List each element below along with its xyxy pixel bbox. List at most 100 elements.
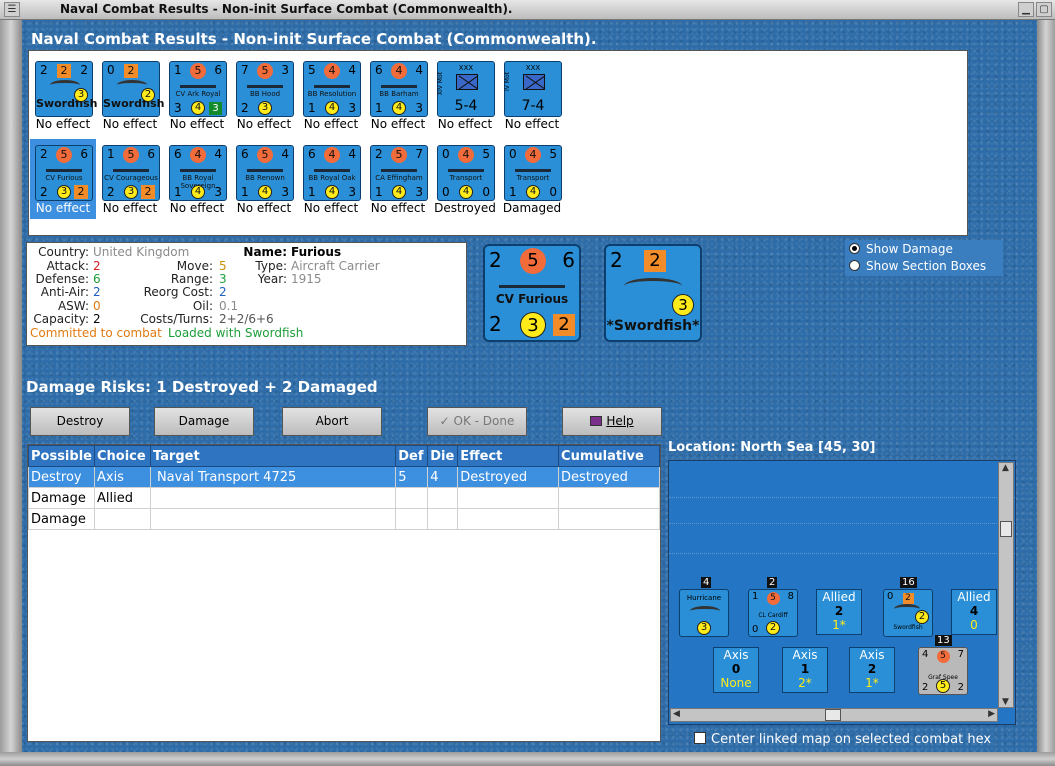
ok-done-button[interactable]: ✓ OK - Done: [427, 407, 527, 436]
unit-counter[interactable]: 1 6 5 CV Ark Royal 3 3 4: [169, 61, 227, 117]
big-ship-name: CV Furious: [495, 292, 569, 306]
table-cell[interactable]: [427, 508, 459, 530]
vertical-scroll-thumb[interactable]: [1000, 521, 1012, 537]
ship-icon: [515, 166, 551, 172]
unit-counter[interactable]: 2 7 5 CA Effingham 1 3 4: [370, 145, 428, 201]
table-cell[interactable]: [558, 508, 660, 530]
table-cell[interactable]: Naval Transport 4725: [149, 466, 397, 488]
scroll-up-icon[interactable]: ▲: [1002, 463, 1009, 473]
counter-move: 4: [459, 185, 473, 199]
unit-counter[interactable]: 0 2 Swordfish 2: [102, 61, 164, 117]
table-cell[interactable]: Allied: [93, 487, 151, 509]
counter-range: 5: [123, 147, 139, 163]
column-header[interactable]: Die: [427, 445, 459, 467]
table-cell[interactable]: [149, 487, 397, 509]
unit-cell[interactable]: 0 2 Swordfish 2 No effect: [97, 55, 164, 135]
unit-counter[interactable]: 0 5 4 Transport 0 0 4: [437, 145, 495, 201]
unit-cell[interactable]: 6 4 5 BB Renown 1 3 4 No effect: [231, 139, 297, 219]
unit-counter[interactable]: XXX XIV Mot 5-4: [437, 61, 495, 117]
unit-cell[interactable]: XXX IV Mot 7-4 No effect: [499, 55, 565, 135]
unit-cell[interactable]: 2 7 5 CA Effingham 1 3 4 No effect: [365, 139, 431, 219]
map-counter-hurricane[interactable]: Hurricane 3: [679, 589, 729, 637]
unit-counter[interactable]: 0 5 4 Transport 1 0 4: [504, 145, 562, 201]
damage-button[interactable]: Damage: [154, 407, 254, 436]
table-cell[interactable]: Destroy: [28, 466, 95, 488]
column-header[interactable]: Possible: [28, 445, 95, 467]
unit-counter[interactable]: 2 2 2 Swordfish 3: [35, 61, 97, 117]
center-map-option[interactable]: Center linked map on selected combat hex: [694, 732, 991, 747]
map-counter-graf-spee[interactable]: 4 5 7 Graf Spee 2 5 2: [918, 647, 968, 695]
show-damage-radio[interactable]: [849, 243, 860, 254]
column-header[interactable]: Def: [395, 445, 429, 467]
map-vertical-scrollbar[interactable]: ▲ ▼: [998, 462, 1014, 708]
abort-button[interactable]: Abort: [282, 407, 382, 436]
unit-cell[interactable]: 0 5 4 Transport 1 0 4 Damaged: [499, 139, 565, 219]
unit-cell[interactable]: 6 4 4 BB Royal Oak 1 3 4 No effect: [298, 139, 364, 219]
center-map-checkbox[interactable]: [694, 732, 706, 744]
unit-counter[interactable]: 6 4 4 BB Royal Oak 1 3 4: [303, 145, 361, 201]
help-button[interactable]: Help: [562, 407, 662, 436]
scroll-right-icon[interactable]: ▶: [988, 709, 995, 719]
table-row[interactable]: Damage: [28, 508, 660, 530]
table-cell[interactable]: Destroyed: [558, 466, 660, 488]
table-cell[interactable]: [395, 508, 429, 530]
unit-counter[interactable]: 2 6 5 CV Furious 2 2 3: [35, 145, 93, 201]
column-header[interactable]: Target: [149, 445, 397, 467]
ship-icon: [113, 166, 149, 172]
table-cell[interactable]: [558, 487, 660, 509]
unit-cell[interactable]: 1 6 5 CV Courageous 2 2 3 No effect: [97, 139, 163, 219]
unit-cell[interactable]: 1 6 5 CV Ark Royal 3 3 4 No effect: [164, 55, 230, 135]
map-counter-cardiff[interactable]: 1 5 8 CL Cardiff 0 2: [748, 589, 798, 637]
table-row[interactable]: Destroy Axis Naval Transport 4725 5 4 Destroy…: [28, 466, 660, 488]
show-sections-radio[interactable]: [849, 260, 860, 271]
column-header[interactable]: Choice: [93, 445, 151, 467]
map-horizontal-scrollbar[interactable]: ◀ ▶: [670, 708, 998, 722]
horizontal-scroll-thumb[interactable]: [825, 709, 841, 721]
counter-mid-badge: 5: [36, 146, 92, 163]
unit-cell[interactable]: 7 3 5 BB Hood 2 3 No effect: [231, 55, 297, 135]
table-cell[interactable]: Damage: [28, 487, 95, 509]
unit-cell[interactable]: 2 6 5 CV Furious 2 2 3 No effect: [30, 139, 96, 219]
unit-cell[interactable]: 0 5 4 Transport 0 0 4 Destroyed: [432, 139, 498, 219]
unit-counter[interactable]: 6 4 4 BB Barham 1 3 4: [370, 61, 428, 117]
table-cell[interactable]: 4: [427, 466, 459, 488]
table-cell[interactable]: [149, 508, 397, 530]
table-cell[interactable]: 5: [395, 466, 429, 488]
scroll-left-icon[interactable]: ◀: [673, 709, 680, 719]
counter-range: 4: [458, 147, 474, 163]
show-sections-option[interactable]: Show Section Boxes: [849, 259, 986, 273]
unit-cell[interactable]: 6 4 4 BB Barham 1 3 4 No effect: [365, 55, 431, 135]
unit-cell[interactable]: 5 4 4 BB Resolution 1 3 4 No effect: [298, 55, 364, 135]
table-cell[interactable]: Damage: [28, 508, 95, 530]
summary-value: 0: [731, 662, 741, 676]
destroy-button[interactable]: Destroy: [30, 407, 130, 436]
column-header[interactable]: Cumulative: [558, 445, 660, 467]
table-cell[interactable]: [427, 487, 459, 509]
column-header[interactable]: Effect: [457, 445, 560, 467]
counter-range-air: 2: [141, 88, 155, 102]
unit-counter[interactable]: XXX IV Mot 7-4: [504, 61, 562, 117]
unit-cell[interactable]: 2 2 2 Swordfish 3 No effect: [30, 55, 97, 135]
table-cell[interactable]: [395, 487, 429, 509]
map-counter-swordfish[interactable]: 0 2 Swordfish 2: [883, 589, 933, 637]
unit-counter[interactable]: 1 6 5 CV Courageous 2 2 3: [102, 145, 160, 201]
unit-effect: No effect: [30, 201, 96, 215]
table-cell[interactable]: Destroyed: [457, 466, 560, 488]
unit-cell[interactable]: XXX XIV Mot 5-4 No effect: [432, 55, 498, 135]
system-menu-icon[interactable]: ☰: [4, 2, 20, 17]
table-cell[interactable]: Axis: [93, 466, 151, 488]
unit-counter[interactable]: 5 4 4 BB Resolution 1 3 4: [303, 61, 361, 117]
maximize-icon[interactable]: ▢: [1036, 2, 1052, 17]
table-row[interactable]: Damage Allied: [28, 487, 660, 509]
unit-cell[interactable]: 644BB Royal Sovereign134No effect: [164, 139, 230, 219]
table-cell[interactable]: [93, 508, 151, 530]
table-cell[interactable]: [457, 487, 560, 509]
scroll-down-icon[interactable]: ▼: [1002, 697, 1009, 707]
show-damage-option[interactable]: Show Damage: [849, 242, 953, 256]
unit-counter[interactable]: 7 3 5 BB Hood 2 3: [236, 61, 294, 117]
minimize-icon[interactable]: ▁: [1018, 2, 1034, 17]
unit-counter[interactable]: 6 4 5 BB Renown 1 3 4: [236, 145, 294, 201]
hex-map-view[interactable]: 4 Hurricane 3 2 1 5 8 CL Cardiff 0 2 All…: [668, 460, 1016, 725]
unit-counter[interactable]: 644BB Royal Sovereign134: [169, 145, 227, 201]
table-cell[interactable]: [457, 508, 560, 530]
